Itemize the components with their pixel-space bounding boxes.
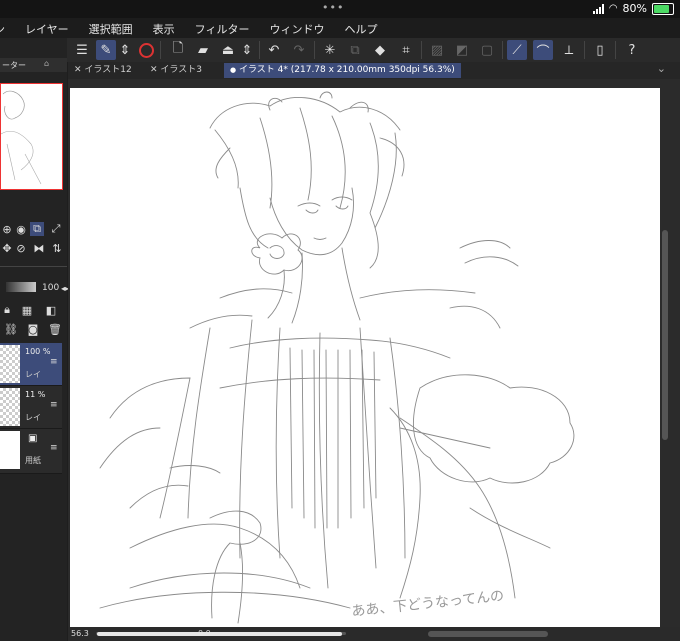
tab-illust-4[interactable]: ● イラスト 4* (217.78 x 210.00mm 350dpi 56.3… — [224, 63, 461, 78]
open-folder-icon[interactable]: ▰ — [193, 40, 213, 60]
move-icon[interactable]: ✥ — [0, 241, 14, 255]
wifi-icon: ◠ — [608, 3, 618, 14]
cellular-signal-icon — [592, 3, 604, 14]
zoom-value[interactable]: 56.3 — [71, 629, 89, 638]
loading-icon[interactable]: ✳ — [320, 40, 340, 60]
panel-tabs: ーター ⌂ — [0, 58, 67, 72]
flip-horizontal-icon[interactable]: ⧓ — [32, 241, 46, 255]
layer-name: レイ — [25, 370, 41, 379]
opacity-slider[interactable] — [6, 282, 36, 292]
up-down-icon[interactable]: ⇕ — [240, 40, 254, 60]
horizontal-scrollbar[interactable] — [428, 631, 548, 637]
menu-item-layer[interactable]: レイヤー — [15, 18, 79, 38]
drawing-canvas[interactable]: ああ、下どうなってんの — [70, 88, 660, 627]
tab-illust-3[interactable]: ✕ イラスト3 — [144, 63, 208, 78]
checker-icon[interactable]: ▦ — [20, 303, 34, 317]
phone-icon[interactable]: ▯ — [590, 40, 610, 60]
tab-illust-12[interactable]: ✕ イラスト12 — [68, 63, 138, 78]
lock-icon[interactable]: 🔒︎ — [0, 303, 14, 317]
layer-item[interactable]: 11 % レイ ≡ — [0, 386, 62, 429]
sketch-drawing: ああ、下どうなってんの — [99, 91, 575, 624]
status-bar: ••• ◠ 80% — [0, 0, 680, 18]
layer-name: レイ — [25, 413, 41, 422]
trash-icon[interactable]: 🗑︎ — [48, 322, 62, 336]
command-bar: ☰ ✎ ⇕ 🗋 ▰ ⏏ ⇕ ↶ ↷ ✳ ⧉ ◆ ⌗ ▨ ◩ ▢ ⟋ ⌒ ⟂ ▯ … — [0, 38, 680, 62]
target-icon[interactable]: ⊕ — [0, 222, 14, 236]
layer-opacity: 100 % — [25, 347, 51, 356]
expand-icon[interactable]: ⤢ — [49, 222, 63, 236]
battery-icon — [652, 2, 674, 15]
layer-item-paper[interactable]: ▣ 用紙 ≡ — [0, 429, 62, 474]
layer-thumbnail — [0, 431, 20, 469]
new-file-icon[interactable]: 🗋 — [168, 40, 188, 60]
multitask-dots-icon[interactable]: ••• — [322, 1, 344, 14]
flip-vertical-icon[interactable]: ⇅ — [50, 241, 64, 255]
layer-thumbnail — [0, 345, 20, 383]
home-indicator[interactable] — [97, 632, 342, 636]
navigator-preview[interactable] — [0, 83, 63, 190]
handwritten-note: ああ、下どうなってんの — [351, 588, 505, 620]
help-icon[interactable]: ? — [622, 40, 642, 60]
document-tab-bar: ✕ イラスト12 ✕ イラスト3 ● イラスト 4* (217.78 x 210… — [68, 62, 680, 79]
layer-opacity: 11 % — [25, 390, 46, 399]
edit-frame-icon[interactable]: ✎ — [96, 40, 116, 60]
frame-icon[interactable]: ▢ — [477, 40, 497, 60]
select-layer-icon[interactable]: ⧉ — [30, 222, 44, 236]
vertical-scrollbar[interactable] — [662, 230, 668, 440]
capture-icon[interactable] — [136, 40, 156, 60]
layer-item[interactable]: 100 % レイ ≡ — [0, 343, 62, 386]
menu-item-help[interactable]: ヘルプ — [334, 18, 387, 38]
pen-icon[interactable]: ⟋ — [507, 40, 527, 60]
mask-layer-icon[interactable]: ◙ — [26, 322, 40, 336]
tab-label: イラスト 4* (217.78 x 210.00mm 350dpi 56.3%) — [238, 65, 455, 75]
circle-icon[interactable]: ◉ — [14, 222, 28, 236]
ruler-icon[interactable]: ⟂ — [559, 40, 579, 60]
undo-icon[interactable]: ↶ — [264, 40, 284, 60]
fill-icon[interactable]: ◆ — [370, 40, 390, 60]
redo-icon[interactable]: ↷ — [289, 40, 309, 60]
folder-icon[interactable]: ⌂ — [44, 59, 49, 68]
battery-percent: 80% — [622, 2, 647, 15]
modified-dot-icon: ● — [230, 66, 237, 74]
drag-handle-icon[interactable]: ≡ — [50, 443, 58, 453]
layer-name: 用紙 — [25, 456, 41, 465]
menu-bar: ン レイヤー 選択範囲 表示 フィルター ウィンドウ ヘルプ — [0, 18, 680, 38]
down-arrow-icon[interactable]: ⊘ — [14, 241, 28, 255]
clip-icon[interactable]: ◧ — [44, 303, 58, 317]
layer-thumbnail — [0, 388, 20, 426]
opacity-value[interactable]: 100 — [42, 283, 59, 293]
save-icon[interactable]: ⏏ — [218, 40, 238, 60]
up-down-icon[interactable]: ⇕ — [118, 40, 132, 60]
chevron-down-icon[interactable]: ⌄ — [657, 62, 666, 75]
menu-item-view[interactable]: 表示 — [143, 18, 185, 38]
menu-item-filter[interactable]: フィルター — [185, 18, 260, 38]
drag-handle-icon[interactable]: ≡ — [50, 357, 58, 367]
hamburger-icon[interactable]: ☰ — [72, 40, 92, 60]
layer-mask-icon[interactable]: ▨ — [427, 40, 447, 60]
tab-label: イラスト12 — [84, 65, 132, 75]
menu-item-window[interactable]: ウィンドウ — [259, 18, 334, 38]
mask-icon[interactable]: ◩ — [452, 40, 472, 60]
menu-item-selection[interactable]: 選択範囲 — [79, 18, 143, 38]
paper-icon: ▣ — [28, 433, 38, 444]
tab-label: イラスト3 — [160, 65, 202, 75]
panel-divider — [0, 266, 67, 267]
crop-icon[interactable]: ⌗ — [396, 40, 416, 60]
drag-handle-icon[interactable]: ≡ — [50, 400, 58, 410]
brush-icon[interactable]: ⌒ — [533, 40, 553, 60]
close-icon[interactable]: ✕ — [74, 65, 82, 75]
link-icon[interactable]: ⛓ — [4, 322, 18, 336]
panel-tab-label[interactable]: ーター — [2, 60, 26, 71]
transform-icon[interactable]: ⧉ — [345, 40, 365, 60]
menu-item-animation[interactable]: ン — [0, 18, 15, 38]
status-indicators: ◠ 80% — [592, 2, 674, 15]
close-icon[interactable]: ✕ — [150, 65, 158, 75]
